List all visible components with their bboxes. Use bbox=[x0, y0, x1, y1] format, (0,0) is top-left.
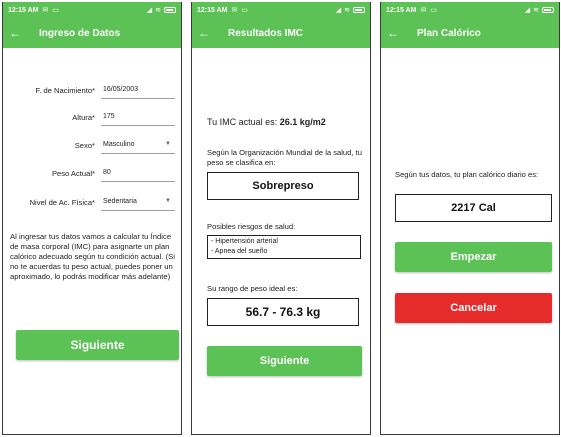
phone-plan-calorico: 12:15 AM ✉ ▭ ◢ ≋ ← Plan Calórico Según t… bbox=[380, 2, 560, 435]
arrow-left-icon[interactable]: ← bbox=[387, 26, 403, 40]
field-label: F. de Nacimiento* bbox=[35, 86, 95, 95]
field-sex: Sexo* Masculino ▼ bbox=[3, 137, 181, 157]
app-bar: ← Ingreso de Datos bbox=[3, 18, 181, 48]
wifi-icon: ≋ bbox=[344, 7, 350, 14]
wifi-icon: ≋ bbox=[533, 7, 539, 14]
app-bar: ← Plan Calórico bbox=[381, 18, 559, 48]
chevron-down-icon: ▼ bbox=[165, 198, 171, 204]
page-title: Resultados IMC bbox=[228, 27, 304, 39]
battery-icon bbox=[353, 7, 365, 13]
form-content: F. de Nacimiento* 16/05/2003 Altura* 175… bbox=[3, 48, 181, 434]
status-bar: 12:15 AM ✉ ▭ ◢ ≋ bbox=[381, 2, 559, 18]
phone-ingreso-datos: 12:15 AM ✉ ▭ ◢ ≋ ← Ingreso de Datos F. d… bbox=[2, 2, 182, 435]
imc-text: Tu IMC actual es: 26.1 kg/m2 bbox=[207, 116, 326, 128]
field-weight: Peso Actual* 80 bbox=[3, 165, 181, 185]
results-content: Tu IMC actual es: 26.1 kg/m2 Según la Or… bbox=[192, 48, 370, 434]
calories-box: 2217 Cal bbox=[395, 194, 552, 222]
plan-content: Según tus datos, tu plan calórico diario… bbox=[381, 48, 559, 434]
birthdate-input[interactable]: 16/05/2003 bbox=[101, 82, 175, 99]
field-activity: Nivel de Ac. Física* Sedentaria ▼ bbox=[3, 194, 181, 214]
ideal-label: Su rango de peso ideal es: bbox=[207, 284, 298, 293]
signal-icon: ◢ bbox=[146, 7, 153, 14]
weight-input[interactable]: 80 bbox=[101, 165, 175, 182]
stage: 12:15 AM ✉ ▭ ◢ ≋ ← Ingreso de Datos F. d… bbox=[0, 0, 561, 437]
chevron-down-icon: ▼ bbox=[165, 141, 171, 147]
oms-text: Según la Organización Mundial de la salu… bbox=[207, 148, 362, 167]
arrow-left-icon[interactable]: ← bbox=[9, 26, 25, 40]
status-bar: 12:15 AM ✉ ▭ ◢ ≋ bbox=[192, 2, 370, 18]
status-time: 12:15 AM bbox=[386, 6, 417, 14]
risk-item: - Apnea del sueño bbox=[211, 248, 268, 255]
risk-item: - Hipertensión arterial bbox=[211, 238, 278, 245]
risks-box: - Hipertensión arterial - Apnea del sueñ… bbox=[207, 235, 361, 259]
risks-label: Posibles riesgos de salud: bbox=[207, 222, 296, 231]
signal-icon: ◢ bbox=[335, 7, 342, 14]
field-label: Altura* bbox=[72, 113, 95, 122]
notification-icons: ✉ ▭ bbox=[231, 7, 249, 14]
notification-icons: ✉ ▭ bbox=[420, 7, 438, 14]
page-title: Ingreso de Datos bbox=[39, 27, 121, 39]
next-button[interactable]: Siguiente bbox=[16, 330, 179, 360]
page-title: Plan Calórico bbox=[417, 27, 481, 39]
next-button[interactable]: Siguiente bbox=[207, 346, 362, 376]
arrow-left-icon[interactable]: ← bbox=[198, 26, 214, 40]
cancel-button[interactable]: Cancelar bbox=[395, 293, 552, 323]
imc-prefix: Tu IMC actual es: bbox=[207, 117, 280, 127]
status-bar: 12:15 AM ✉ ▭ ◢ ≋ bbox=[3, 2, 181, 18]
app-bar: ← Resultados IMC bbox=[192, 18, 370, 48]
field-label: Sexo* bbox=[74, 141, 95, 150]
plan-text: Según tus datos, tu plan calórico diario… bbox=[395, 170, 539, 179]
imc-value: 26.1 kg/m2 bbox=[279, 117, 326, 127]
wifi-icon: ≋ bbox=[155, 7, 161, 14]
signal-icon: ◢ bbox=[524, 7, 531, 14]
battery-icon bbox=[542, 7, 554, 13]
activity-value: Sedentaria bbox=[103, 198, 137, 205]
field-birthdate: F. de Nacimiento* 16/05/2003 bbox=[3, 82, 181, 102]
activity-select[interactable]: Sedentaria ▼ bbox=[101, 194, 175, 211]
sex-value: Masculino bbox=[103, 141, 135, 148]
status-time: 12:15 AM bbox=[8, 6, 39, 14]
phone-resultados-imc: 12:15 AM ✉ ▭ ◢ ≋ ← Resultados IMC Tu IMC… bbox=[191, 2, 371, 435]
info-text: Al ingresar tus datos vamos a calcular t… bbox=[10, 232, 175, 281]
start-button[interactable]: Empezar bbox=[395, 242, 552, 272]
status-time: 12:15 AM bbox=[197, 6, 228, 14]
sex-select[interactable]: Masculino ▼ bbox=[101, 137, 175, 154]
field-label: Peso Actual* bbox=[51, 169, 95, 178]
classification-box: Sobrepreso bbox=[207, 172, 359, 200]
ideal-range-box: 56.7 - 76.3 kg bbox=[207, 298, 359, 326]
notification-icons: ✉ ▭ bbox=[42, 7, 60, 14]
field-label: Nivel de Ac. Física* bbox=[29, 198, 95, 207]
battery-icon bbox=[164, 7, 176, 13]
height-input[interactable]: 175 bbox=[101, 109, 175, 126]
field-height: Altura* 175 bbox=[3, 109, 181, 129]
